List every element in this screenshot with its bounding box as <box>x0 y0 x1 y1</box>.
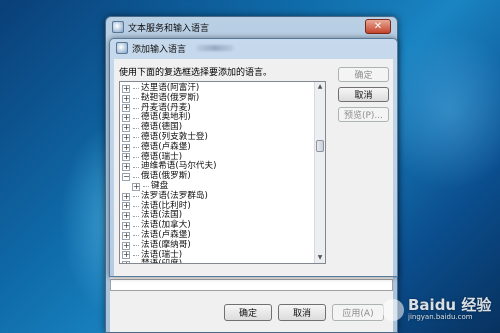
ok-button[interactable]: 确定 <box>224 304 272 321</box>
desktop-glow <box>380 30 500 190</box>
tree-connector <box>133 117 139 119</box>
expand-icon[interactable]: + <box>122 222 130 231</box>
tree-connector <box>133 205 139 207</box>
dialog-cancel-button[interactable]: 取消 <box>338 87 389 102</box>
expand-icon[interactable]: + <box>122 241 130 250</box>
blurred-region <box>196 45 235 51</box>
dialog-client-area: 使用下面的复选框选择要添加的语言。 + 达里语(阿富汗) + 鞑靼语(俄罗斯) + 丹麦语… <box>114 59 393 276</box>
tree-connector <box>133 156 139 158</box>
scroll-down-icon[interactable]: ▼ <box>315 253 325 263</box>
dialog-title: 添加输入语言 <box>132 44 187 55</box>
expand-icon[interactable]: + <box>122 153 130 162</box>
language-label: 梵语(印度) <box>141 260 182 263</box>
expand-icon[interactable]: + <box>122 192 130 201</box>
apply-button[interactable]: 应用(A) <box>332 304 384 321</box>
language-item[interactable]: + 梵语(印度) <box>122 260 313 263</box>
tree-connector <box>133 196 139 198</box>
dialog-button-column: 确定 取消 预览(P)... <box>338 67 389 122</box>
tree-connector <box>133 215 139 217</box>
scroll-thumb[interactable] <box>316 140 324 152</box>
tree-connector <box>133 176 139 178</box>
tree-connector <box>133 166 139 168</box>
expand-icon[interactable]: + <box>132 182 140 191</box>
tree-connector <box>143 186 149 188</box>
tree-connector <box>133 107 139 109</box>
expand-icon[interactable]: + <box>122 261 130 263</box>
close-button[interactable]: ✕ <box>365 19 391 34</box>
dialog-ok-button[interactable]: 确定 <box>338 67 389 82</box>
tree-connector <box>133 98 139 100</box>
window-title: 文本服务和输入语言 <box>128 23 210 34</box>
scroll-up-icon[interactable]: ▲ <box>315 82 325 92</box>
watermark-url: jingyan.baidu.com <box>408 313 473 321</box>
expand-icon[interactable]: + <box>122 84 130 93</box>
window-button-row: 确定 取消 应用(A) <box>224 304 384 321</box>
language-tree-rows: + 达里语(阿富汗) + 鞑靼语(俄罗斯) + 丹麦语(丹麦) + 德语(奥地利) + 德语(德国… <box>122 83 313 263</box>
window-titlebar[interactable]: 文本服务和输入语言 <box>106 17 397 37</box>
tree-connector <box>133 127 139 129</box>
expand-icon[interactable]: + <box>122 163 130 172</box>
expand-icon[interactable]: + <box>122 212 130 221</box>
expand-icon[interactable]: + <box>122 143 130 152</box>
baidu-watermark: Baidu 经验 jingyan.baidu.com <box>382 287 500 333</box>
expand-icon[interactable]: + <box>122 133 130 142</box>
expand-icon[interactable]: + <box>122 202 130 211</box>
keyboard-icon <box>112 21 124 33</box>
expand-icon[interactable]: + <box>122 231 130 240</box>
add-input-language-dialog: 添加输入语言 使用下面的复选框选择要添加的语言。 + 达里语(阿富汗) + 鞑靼语(俄… <box>109 38 398 277</box>
tree-connector <box>133 235 139 237</box>
expand-icon[interactable]: + <box>122 124 130 133</box>
expand-icon[interactable]: + <box>122 251 130 260</box>
expand-icon[interactable]: + <box>122 114 130 123</box>
baidu-paw-icon <box>382 299 404 321</box>
bottom-field <box>110 279 393 291</box>
collapse-icon[interactable]: − <box>122 173 130 182</box>
tree-connector <box>133 137 139 139</box>
tree-connector <box>133 254 139 256</box>
tree-connector <box>133 147 139 149</box>
preview-button[interactable]: 预览(P)... <box>338 107 389 122</box>
keyboard-icon <box>116 42 128 54</box>
expand-icon[interactable]: + <box>122 94 130 103</box>
tree-connector <box>133 245 139 247</box>
instruction-text: 使用下面的复选框选择要添加的语言。 <box>119 68 273 78</box>
expand-icon[interactable]: + <box>122 104 130 113</box>
tree-scrollbar[interactable]: ▲ ▼ <box>314 82 325 263</box>
dialog-titlebar[interactable]: 添加输入语言 <box>110 39 397 57</box>
watermark-brand: Baidu 经验 <box>408 296 492 314</box>
cancel-button[interactable]: 取消 <box>278 304 326 321</box>
tree-connector <box>133 88 139 90</box>
language-tree[interactable]: + 达里语(阿富汗) + 鞑靼语(俄罗斯) + 丹麦语(丹麦) + 德语(奥地利) + 德语(德国… <box>119 81 326 264</box>
tree-connector <box>133 225 139 227</box>
